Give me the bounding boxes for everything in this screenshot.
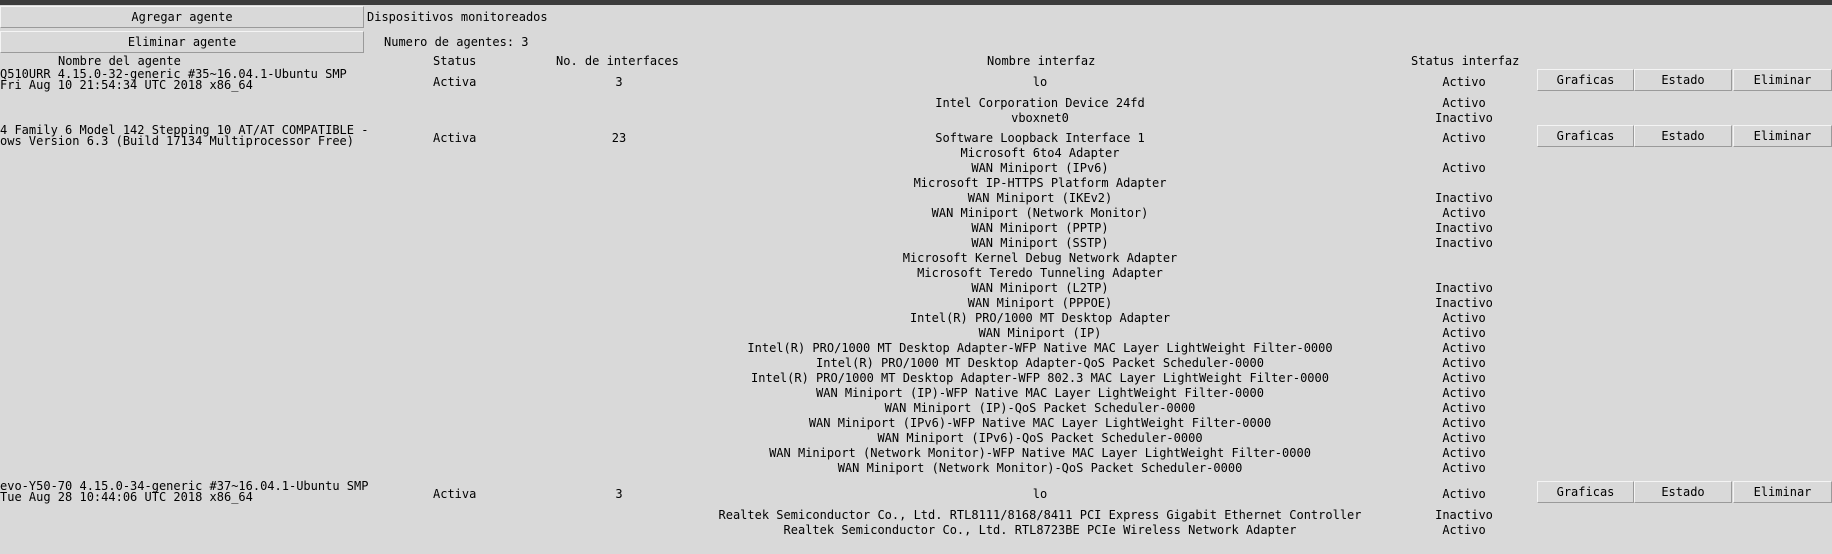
graphs-button[interactable]: Graficas — [1537, 125, 1634, 147]
interface-status: Activo — [1442, 523, 1486, 537]
state-button[interactable]: Estado — [1634, 481, 1732, 503]
interface-name: Realtek Semiconductor Co., Ltd. RTL8723B… — [783, 523, 1297, 537]
interface-status: Inactivo — [1435, 111, 1493, 125]
agent-status: Activa — [433, 487, 477, 501]
interface-name: Intel(R) PRO/1000 MT Desktop Adapter-WFP… — [747, 341, 1333, 355]
interface-status: Activo — [1442, 206, 1486, 220]
interface-status: Inactivo — [1435, 221, 1493, 235]
interface-status: Activo — [1442, 386, 1486, 400]
interface-name: Intel(R) PRO/1000 MT Desktop Adapter — [909, 311, 1171, 325]
interface-status: Inactivo — [1435, 296, 1493, 310]
interface-status: Activo — [1442, 431, 1486, 445]
interface-status: Activo — [1442, 75, 1486, 89]
interface-name: WAN Miniport (IKEv2) — [967, 191, 1113, 205]
delete-button[interactable]: Eliminar — [1733, 481, 1832, 503]
agent-status: Activa — [433, 75, 477, 89]
agent-interface-count: 3 — [615, 75, 623, 89]
agent-interface-count: 3 — [615, 487, 623, 501]
delete-button[interactable]: Eliminar — [1733, 125, 1832, 147]
interface-status: Activo — [1442, 446, 1486, 460]
state-button[interactable]: Estado — [1634, 125, 1732, 147]
interface-name: WAN Miniport (IPv6)-QoS Packet Scheduler… — [877, 431, 1203, 445]
interface-name: Microsoft 6to4 Adapter — [960, 146, 1120, 160]
agent-interface-count: 23 — [611, 131, 627, 145]
interface-name: WAN Miniport (IP) — [978, 326, 1102, 340]
interface-status: Activo — [1442, 326, 1486, 340]
interface-name: Intel(R) PRO/1000 MT Desktop Adapter-WFP… — [751, 371, 1329, 385]
interface-status: Activo — [1442, 161, 1486, 175]
graphs-button[interactable]: Graficas — [1537, 69, 1634, 91]
graphs-button[interactable]: Graficas — [1537, 481, 1634, 503]
interface-name: Microsoft Kernel Debug Network Adapter — [902, 251, 1178, 265]
interface-status: Activo — [1442, 487, 1486, 501]
agent-status: Activa — [433, 131, 477, 145]
interface-name: Microsoft Teredo Tunneling Adapter — [917, 266, 1163, 280]
interface-name: WAN Miniport (IPv6)-WFP Native MAC Layer… — [808, 416, 1272, 430]
interface-status: Inactivo — [1435, 281, 1493, 295]
interface-status: Inactivo — [1435, 508, 1493, 522]
interface-name: WAN Miniport (L2TP) — [971, 281, 1109, 295]
interface-name: WAN Miniport (IP)-QoS Packet Scheduler-0… — [884, 401, 1196, 415]
interface-name: WAN Miniport (PPPOE) — [967, 296, 1113, 310]
interface-status: Activo — [1442, 341, 1486, 355]
interface-status: Activo — [1442, 461, 1486, 475]
delete-button[interactable]: Eliminar — [1733, 69, 1832, 91]
interface-name: WAN Miniport (IPv6) — [971, 161, 1109, 175]
interface-status: Activo — [1442, 131, 1486, 145]
agent-name-line: ows Version 6.3 (Build 17134 Multiproces… — [0, 134, 355, 148]
interface-name: Intel(R) PRO/1000 MT Desktop Adapter-QoS… — [816, 356, 1264, 370]
agent-name-line: Tue Aug 28 10:44:06 UTC 2018 x86_64 — [0, 490, 253, 504]
interface-name: Software Loopback Interface 1 — [935, 131, 1145, 145]
state-button[interactable]: Estado — [1634, 69, 1732, 91]
interface-status: Activo — [1442, 401, 1486, 415]
interface-name: Microsoft IP-HTTPS Platform Adapter — [913, 176, 1167, 190]
agents-table: Q510URR 4.15.0-32-generic #35~16.04.1-Ub… — [0, 0, 1832, 554]
interface-name: WAN Miniport (PPTP) — [971, 221, 1109, 235]
interface-name: WAN Miniport (SSTP) — [971, 236, 1109, 250]
interface-name: WAN Miniport (Network Monitor)-WFP Nativ… — [769, 446, 1311, 460]
interface-name: Realtek Semiconductor Co., Ltd. RTL8111/… — [718, 508, 1362, 522]
interface-status: Activo — [1442, 356, 1486, 370]
interface-status: Activo — [1442, 416, 1486, 430]
interface-name: lo — [1032, 487, 1048, 501]
interface-name: WAN Miniport (IP)-WFP Native MAC Layer L… — [816, 386, 1264, 400]
interface-name: lo — [1032, 75, 1048, 89]
interface-status: Activo — [1442, 96, 1486, 110]
interface-status: Activo — [1442, 311, 1486, 325]
interface-name: vboxnet0 — [1011, 111, 1069, 125]
interface-status: Inactivo — [1435, 236, 1493, 250]
interface-name: WAN Miniport (Network Monitor) — [931, 206, 1149, 220]
agent-name-line: Fri Aug 10 21:54:34 UTC 2018 x86_64 — [0, 78, 253, 92]
interface-name: WAN Miniport (Network Monitor)-QoS Packe… — [837, 461, 1243, 475]
interface-name: Intel Corporation Device 24fd — [935, 96, 1145, 110]
interface-status: Activo — [1442, 371, 1486, 385]
interface-status: Inactivo — [1435, 191, 1493, 205]
